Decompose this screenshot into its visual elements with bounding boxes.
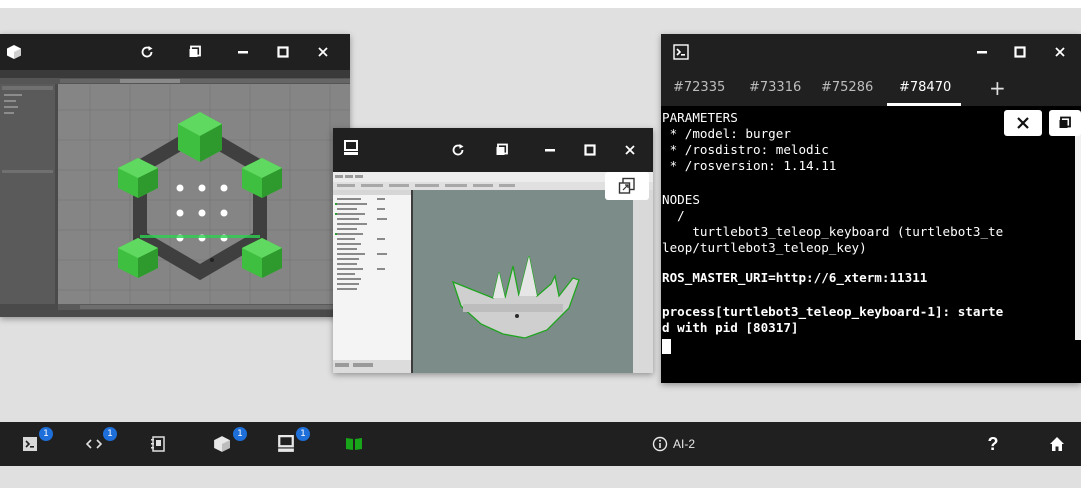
rviz-maximize-button[interactable] (573, 128, 607, 172)
notification-badge: 1 (233, 427, 247, 441)
rviz-titlebar[interactable] (333, 128, 653, 172)
undock-icon (618, 177, 635, 194)
close-icon (1055, 47, 1065, 57)
terminal-maximize-button[interactable] (1003, 34, 1037, 70)
help-button[interactable]: ? (977, 422, 1009, 466)
maximize-icon (1014, 46, 1026, 58)
notebook-icon (151, 436, 165, 452)
terminal-line: * /model: burger (662, 126, 791, 141)
monitor-icon (278, 435, 294, 452)
gazebo-maximize-button[interactable] (266, 34, 300, 70)
close-icon (1017, 117, 1029, 129)
terminal-line: process[turtlebot3_teleop_keyboard-1]: s… (662, 304, 1004, 319)
close-icon (625, 145, 635, 155)
cube-icon (7, 45, 21, 59)
maximize-icon (277, 46, 289, 58)
gazebo-titlebar[interactable] (0, 34, 350, 70)
home-button[interactable] (1041, 422, 1073, 466)
gazebo-reload-button[interactable] (130, 34, 164, 70)
terminal-titlebar[interactable] (661, 34, 1081, 70)
gazebo-minimize-button[interactable] (226, 34, 260, 70)
rviz-close-button[interactable] (613, 128, 647, 172)
terminal-output[interactable]: PARAMETERS * /model: burger * /rosdistro… (661, 106, 1081, 383)
notification-badge: 1 (39, 427, 53, 441)
terminal-line: * /rosdistro: melodic (662, 142, 829, 157)
book-icon (346, 438, 362, 450)
restore-icon (1059, 116, 1071, 128)
info-icon (652, 436, 668, 452)
terminal-line: * /rosversion: 1.14.11 (662, 158, 837, 173)
terminal-close-button[interactable] (1043, 34, 1077, 70)
monitor-icon (344, 140, 358, 155)
terminal-line: PARAMETERS (662, 110, 738, 125)
terminal-tab[interactable]: #75286 (821, 70, 873, 106)
taskbar-notebook-button[interactable] (142, 422, 174, 466)
restore-icon (496, 143, 508, 155)
rviz-minimize-button[interactable] (533, 128, 567, 172)
terminal-tab-active[interactable]: #78470 (899, 70, 951, 106)
terminal-window[interactable]: #72335 #73316 #75286 #78470 + PARAMETERS… (661, 34, 1081, 383)
ai-label: AI-2 (673, 437, 696, 451)
minimize-icon (545, 149, 555, 152)
terminal-line: / (662, 208, 685, 223)
gazebo-restore-button[interactable] (178, 34, 212, 70)
gazebo-window[interactable] (0, 34, 350, 317)
terminal-line: NODES (662, 192, 700, 207)
terminal-minimize-button[interactable] (965, 34, 999, 70)
desktop-top-strip (0, 0, 1081, 8)
taskbar-gazebo-button[interactable] (206, 422, 238, 466)
desktop-bottom-strip (0, 466, 1081, 488)
rviz-window[interactable] (333, 128, 653, 373)
rviz-visualization[interactable] (333, 172, 653, 373)
maximize-icon (584, 144, 596, 156)
cube-icon (214, 436, 230, 452)
code-icon (86, 439, 102, 449)
terminal-scrollbar[interactable] (1075, 130, 1081, 340)
taskbar-book-button[interactable] (338, 422, 370, 466)
terminal-line: d with pid [80317] (662, 320, 799, 335)
add-tab-button[interactable]: + (989, 70, 1006, 106)
rviz-app-view[interactable] (333, 172, 653, 373)
gazebo-simulation-view[interactable] (0, 70, 350, 317)
close-icon (318, 47, 328, 57)
rviz-restore-button[interactable] (485, 128, 519, 172)
notification-badge: 1 (103, 427, 117, 441)
gazebo-close-button[interactable] (306, 34, 340, 70)
terminal-restore-overlay-button[interactable] (1049, 110, 1081, 136)
terminal-close-overlay-button[interactable] (1004, 110, 1042, 136)
minimize-icon (977, 51, 987, 54)
help-label: ? (987, 433, 999, 454)
ai-status[interactable]: AI-2 (652, 422, 695, 466)
refresh-icon (141, 46, 153, 58)
terminal-tabs: #72335 #73316 #75286 #78470 + (661, 70, 1081, 106)
restore-icon (189, 45, 201, 57)
home-icon (1050, 437, 1064, 451)
refresh-icon (452, 144, 464, 156)
terminal-cursor (662, 339, 671, 354)
minimize-icon (238, 51, 248, 54)
terminal-tab[interactable]: #73316 (749, 70, 801, 106)
terminal-icon (23, 437, 37, 451)
rviz-undock-button[interactable] (605, 172, 649, 200)
terminal-line: leop/turtlebot3_teleop_key) (662, 240, 867, 255)
terminal-icon (673, 44, 689, 60)
terminal-line: ROS_MASTER_URI=http://6_xterm:11311 (662, 270, 928, 285)
terminal-tab[interactable]: #72335 (673, 70, 725, 106)
notification-badge: 1 (296, 427, 310, 441)
terminal-line: turtlebot3_teleop_keyboard (turtlebot3_t… (662, 224, 1004, 239)
rviz-reload-button[interactable] (441, 128, 475, 172)
taskbar: 1 1 1 1 ? (0, 422, 1081, 466)
gazebo-app-view[interactable] (0, 70, 350, 317)
